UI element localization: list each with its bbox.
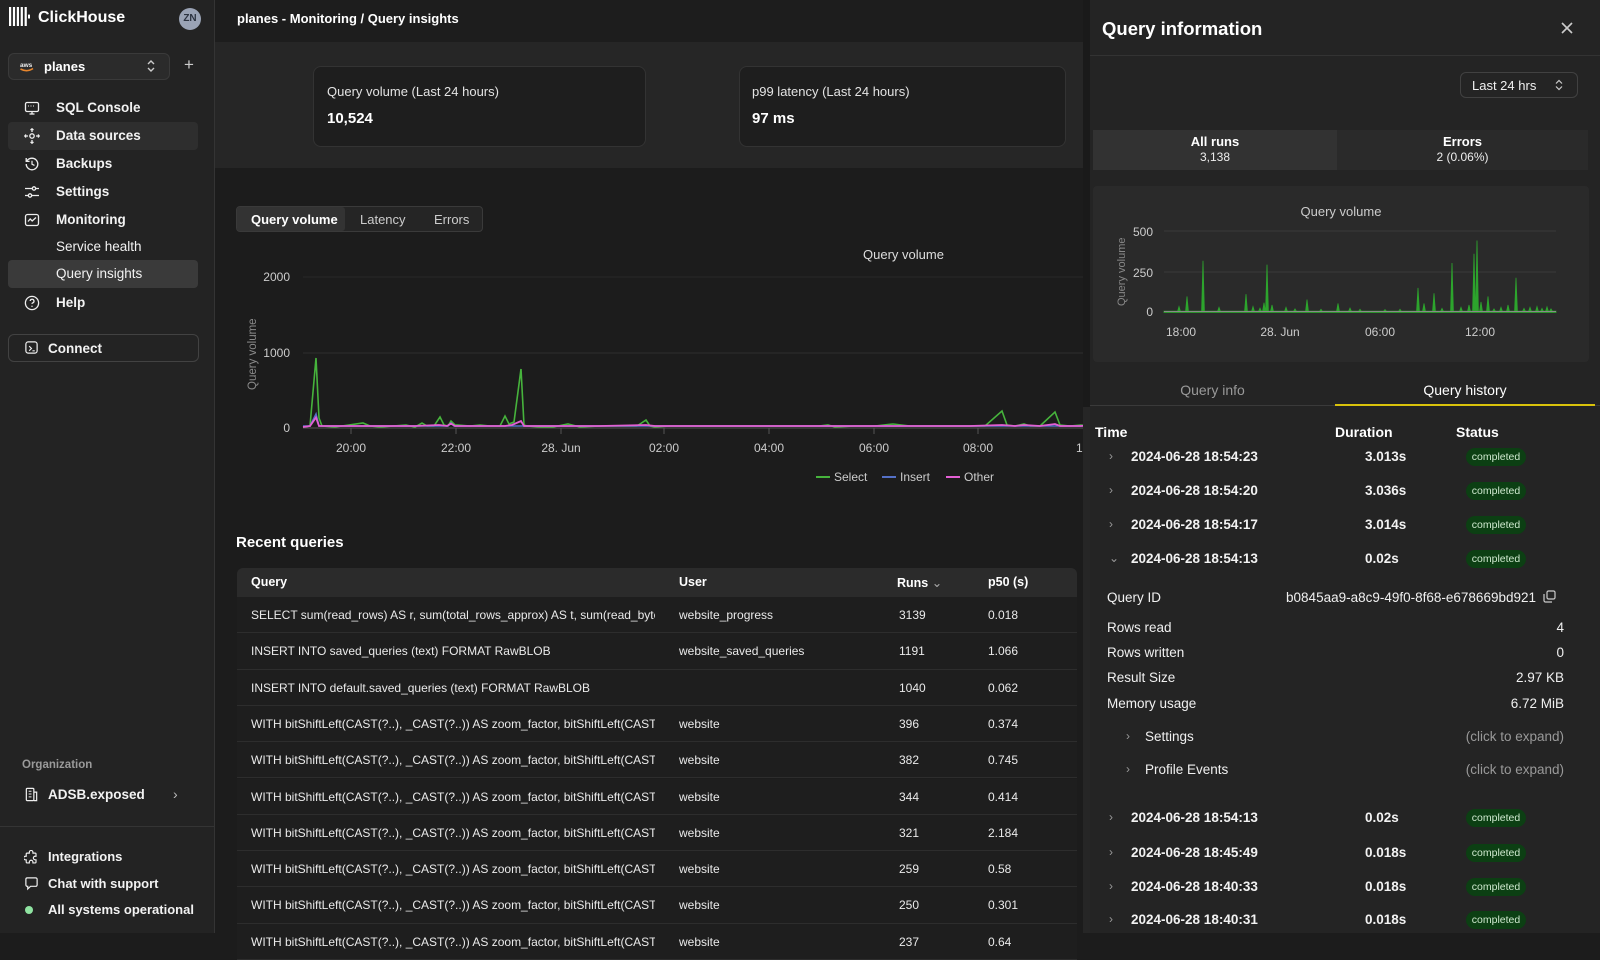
svg-text:250: 250: [1133, 266, 1153, 280]
svg-text:28. Jun: 28. Jun: [1260, 325, 1299, 339]
svg-text:18:00: 18:00: [1166, 325, 1196, 339]
svg-text:0: 0: [283, 421, 290, 435]
svg-text:1000: 1000: [263, 346, 290, 360]
svg-text:08:00: 08:00: [963, 441, 993, 455]
svg-text:28. Jun: 28. Jun: [541, 441, 580, 455]
svg-text:aws: aws: [20, 62, 33, 69]
svg-text:04:00: 04:00: [754, 441, 784, 455]
svg-text:2000: 2000: [263, 270, 290, 284]
svg-text:22:00: 22:00: [441, 441, 471, 455]
svg-text:12:00: 12:00: [1465, 325, 1495, 339]
svg-text:500: 500: [1133, 225, 1153, 239]
svg-text:06:00: 06:00: [859, 441, 889, 455]
svg-text:06:00: 06:00: [1365, 325, 1395, 339]
svg-text:Other: Other: [964, 470, 994, 484]
svg-text:02:00: 02:00: [649, 441, 679, 455]
svg-text:20:00: 20:00: [336, 441, 366, 455]
svg-text:Insert: Insert: [900, 470, 931, 484]
svg-text:Select: Select: [834, 470, 868, 484]
svg-text:0: 0: [1146, 305, 1153, 319]
